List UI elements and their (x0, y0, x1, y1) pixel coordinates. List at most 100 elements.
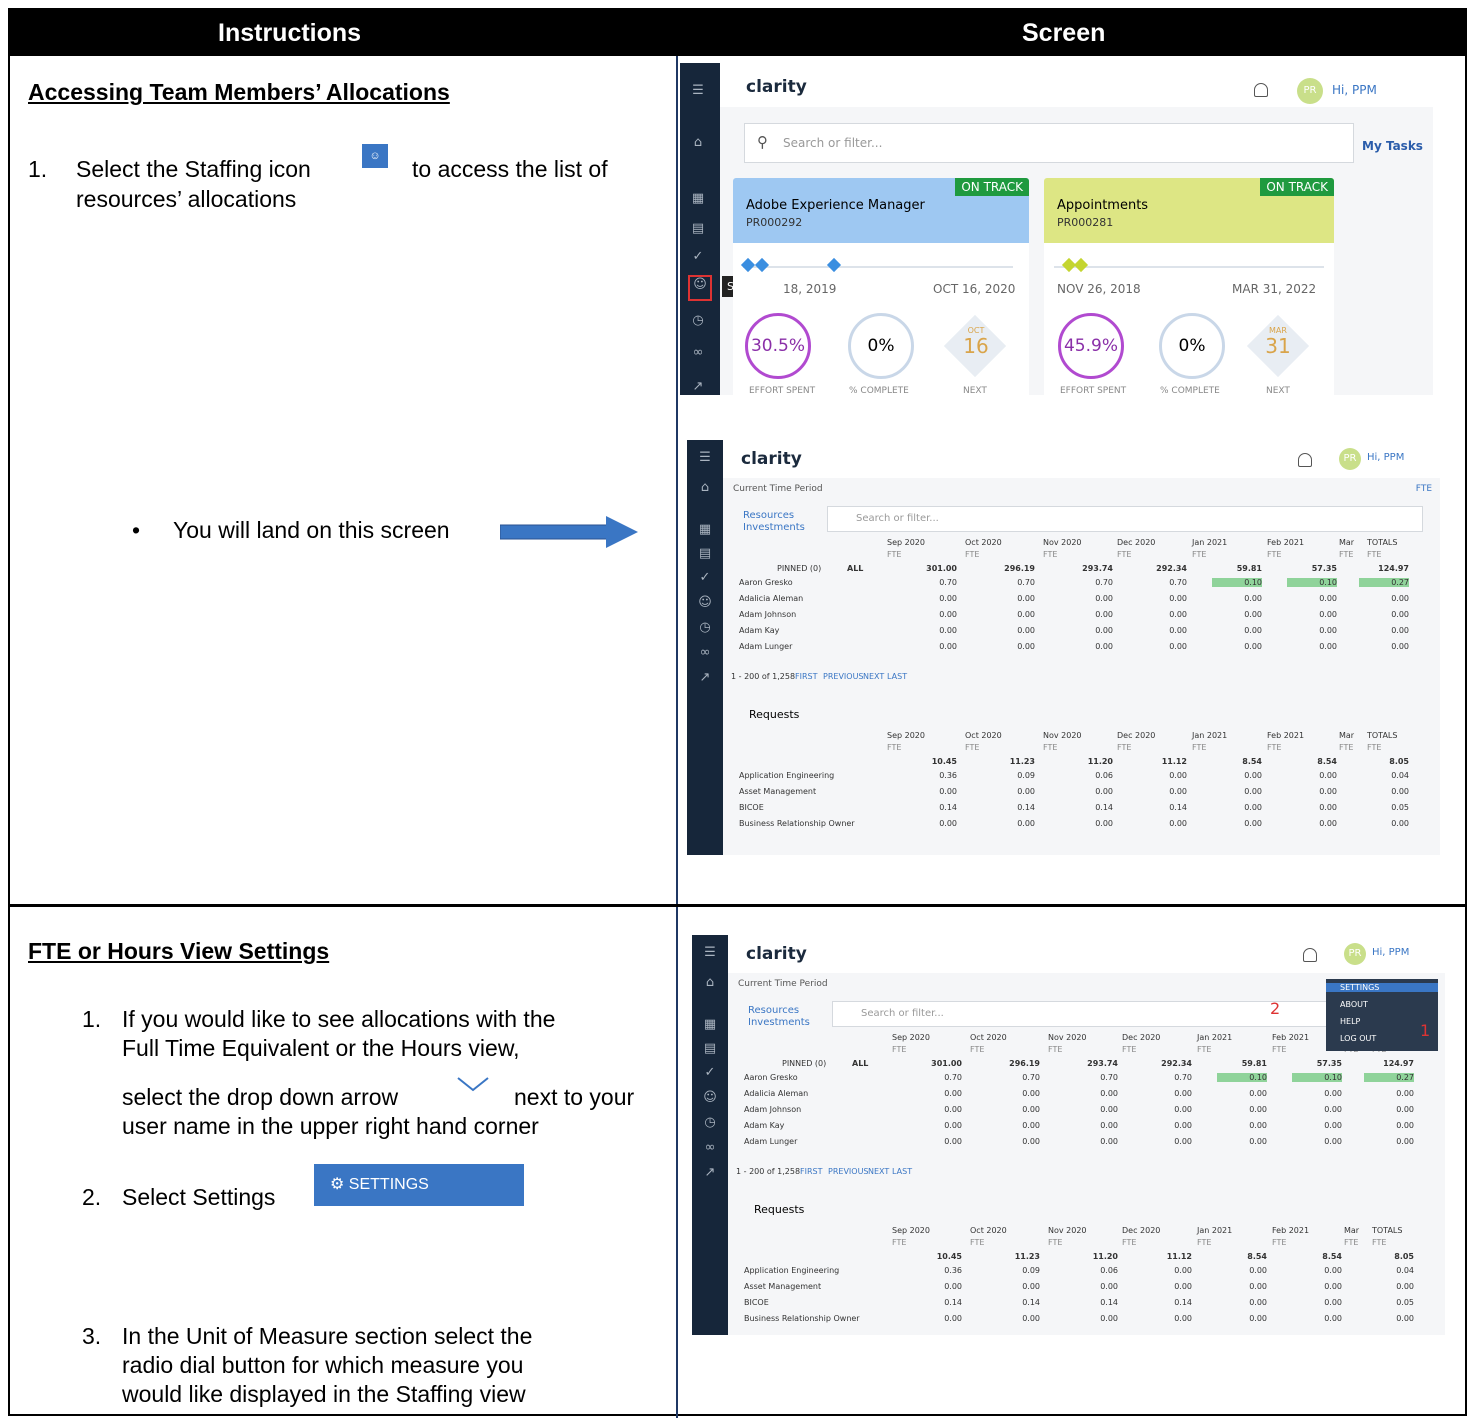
chart-icon[interactable]: ▤ (701, 1041, 719, 1056)
table-cell[interactable]: 0.00 (1292, 1314, 1342, 1323)
row-name[interactable]: Aaron Gresko (744, 1073, 798, 1082)
table-cell[interactable]: 0.00 (1068, 1121, 1118, 1130)
table-cell[interactable]: 0.00 (907, 610, 957, 619)
table-cell[interactable]: 0.00 (990, 1137, 1040, 1146)
table-cell[interactable]: 0.00 (985, 787, 1035, 796)
table-cell[interactable]: 0.14 (907, 803, 957, 812)
user-menu[interactable]: Hi, PPM (1332, 83, 1377, 97)
table-cell[interactable]: 0.00 (1137, 771, 1187, 780)
staffing-icon[interactable]: ☺ (688, 275, 712, 301)
table-cell[interactable]: 0.00 (1364, 1105, 1414, 1114)
table-cell[interactable]: 0.00 (985, 594, 1035, 603)
table-cell[interactable]: 0.14 (1068, 1298, 1118, 1307)
pager-next[interactable]: NEXT (868, 1167, 889, 1176)
table-cell[interactable]: 0.00 (1292, 1282, 1342, 1291)
row-name[interactable]: Business Relationship Owner (744, 1314, 860, 1323)
grid-icon[interactable]: ▦ (696, 522, 714, 537)
link-icon[interactable]: ∞ (689, 345, 707, 360)
row-name[interactable]: BICOE (744, 1298, 769, 1307)
table-cell[interactable]: 0.00 (1068, 1105, 1118, 1114)
table-cell[interactable]: 0.00 (1212, 803, 1262, 812)
row-name[interactable]: Adam Kay (739, 626, 779, 635)
row-name[interactable]: Aaron Gresko (739, 578, 793, 587)
table-cell[interactable]: 0.14 (1142, 1298, 1192, 1307)
row-name[interactable]: Business Relationship Owner (739, 819, 855, 828)
table-cell[interactable]: 0.00 (990, 1121, 1040, 1130)
row-name[interactable]: Adam Kay (744, 1121, 784, 1130)
row-name[interactable]: Application Engineering (739, 771, 834, 780)
table-cell[interactable]: 0.00 (1142, 1089, 1192, 1098)
table-cell[interactable]: 0.09 (990, 1266, 1040, 1275)
table-cell[interactable]: 0.70 (1142, 1073, 1192, 1082)
table-cell[interactable]: 0.10 (1217, 1073, 1267, 1082)
table-cell[interactable]: 0.00 (990, 1089, 1040, 1098)
table-cell[interactable]: 0.70 (985, 578, 1035, 587)
table-cell[interactable]: 0.00 (1292, 1298, 1342, 1307)
all-tab[interactable]: ALL (847, 564, 863, 573)
table-cell[interactable]: 0.00 (1137, 819, 1187, 828)
table-cell[interactable]: 0.70 (1063, 578, 1113, 587)
table-cell[interactable]: 0.00 (1287, 642, 1337, 651)
menu-item[interactable]: ABOUT (1340, 1000, 1368, 1009)
table-cell[interactable]: 0.00 (1212, 610, 1262, 619)
search-input[interactable]: Search or filter... (827, 506, 1423, 532)
table-cell[interactable]: 0.00 (1142, 1121, 1192, 1130)
export-icon[interactable]: ↗ (689, 379, 707, 394)
table-cell[interactable]: 0.00 (1063, 819, 1113, 828)
bell-icon[interactable] (1254, 83, 1268, 97)
bell-icon[interactable] (1303, 948, 1317, 962)
table-cell[interactable]: 0.36 (912, 1266, 962, 1275)
my-tasks-link[interactable]: My Tasks (1362, 139, 1423, 153)
table-cell[interactable]: 0.05 (1359, 803, 1409, 812)
table-cell[interactable]: 0.00 (1063, 626, 1113, 635)
menu-item[interactable]: SETTINGS (1326, 983, 1438, 992)
pager-next[interactable]: NEXT (863, 672, 884, 681)
user-menu[interactable]: Hi, PPM (1372, 947, 1409, 958)
table-cell[interactable]: 0.00 (1292, 1137, 1342, 1146)
avatar[interactable]: PR (1297, 78, 1323, 104)
table-cell[interactable]: 0.14 (1137, 803, 1187, 812)
table-cell[interactable]: 0.27 (1364, 1073, 1414, 1082)
table-cell[interactable]: 0.00 (1212, 626, 1262, 635)
table-cell[interactable]: 0.00 (1359, 819, 1409, 828)
link-icon[interactable]: ∞ (701, 1140, 719, 1155)
clock-icon[interactable]: ◷ (701, 1115, 719, 1130)
table-cell[interactable]: 0.00 (1212, 594, 1262, 603)
pinned-tab[interactable]: PINNED (0) (777, 564, 821, 573)
menu-icon[interactable]: ☰ (689, 83, 707, 98)
table-cell[interactable]: 0.00 (907, 594, 957, 603)
table-cell[interactable]: 0.00 (1142, 1137, 1192, 1146)
table-cell[interactable]: 0.10 (1287, 578, 1337, 587)
table-cell[interactable]: 0.00 (1287, 819, 1337, 828)
table-cell[interactable]: 0.00 (1287, 610, 1337, 619)
table-cell[interactable]: 0.00 (1212, 642, 1262, 651)
table-cell[interactable]: 0.00 (1212, 771, 1262, 780)
table-cell[interactable]: 0.00 (907, 642, 957, 651)
table-cell[interactable]: 0.14 (990, 1298, 1040, 1307)
bell-icon[interactable] (1298, 453, 1312, 467)
table-cell[interactable]: 0.00 (1068, 1282, 1118, 1291)
project-card[interactable]: ON TRACK Appointments PR000281 NOV 26, 2… (1044, 178, 1334, 395)
table-cell[interactable]: 0.00 (1292, 1121, 1342, 1130)
table-cell[interactable]: 0.00 (1217, 1266, 1267, 1275)
table-cell[interactable]: 0.00 (907, 819, 957, 828)
table-cell[interactable]: 0.00 (1359, 594, 1409, 603)
row-name[interactable]: Application Engineering (744, 1266, 839, 1275)
table-cell[interactable]: 0.00 (1063, 642, 1113, 651)
check-icon[interactable]: ✓ (701, 1065, 719, 1080)
check-icon[interactable]: ✓ (696, 570, 714, 585)
table-cell[interactable]: 0.36 (907, 771, 957, 780)
table-cell[interactable]: 0.00 (1142, 1314, 1192, 1323)
table-cell[interactable]: 0.70 (990, 1073, 1040, 1082)
row-name[interactable]: Adam Lunger (739, 642, 792, 651)
table-cell[interactable]: 0.10 (1212, 578, 1262, 587)
table-cell[interactable]: 0.70 (1137, 578, 1187, 587)
table-cell[interactable]: 0.00 (1137, 594, 1187, 603)
table-cell[interactable]: 0.00 (1364, 1137, 1414, 1146)
row-name[interactable]: Asset Management (744, 1282, 821, 1291)
table-cell[interactable]: 0.00 (1068, 1089, 1118, 1098)
grid-icon[interactable]: ▦ (689, 191, 707, 206)
table-cell[interactable]: 0.27 (1359, 578, 1409, 587)
table-cell[interactable]: 0.00 (1217, 1105, 1267, 1114)
table-cell[interactable]: 0.00 (1137, 787, 1187, 796)
